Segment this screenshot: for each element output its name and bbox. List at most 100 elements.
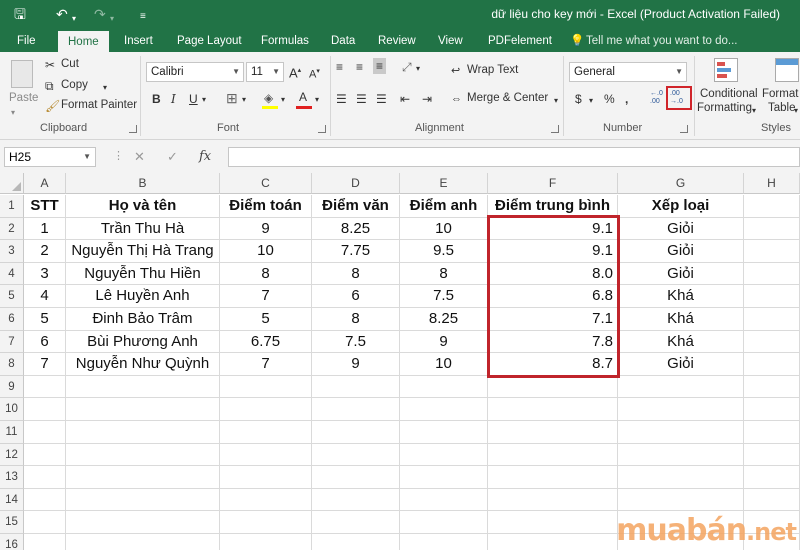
conditional-formatting-label-1[interactable]: Conditional xyxy=(700,88,758,100)
empty-cell[interactable] xyxy=(312,398,400,421)
table-cell[interactable]: 7 xyxy=(24,353,66,376)
column-header-a[interactable]: A xyxy=(24,173,66,194)
table-cell[interactable]: 8.25 xyxy=(400,308,488,331)
empty-cell[interactable] xyxy=(488,375,618,399)
table-cell[interactable]: 10 xyxy=(400,217,488,241)
spreadsheet-grid[interactable]: A B C D E F G H 1 STT Họ và tên Điểm toán Điểm văn Đi… xyxy=(0,173,800,550)
tab-data[interactable]: Data xyxy=(331,30,355,52)
empty-cell[interactable] xyxy=(66,421,220,444)
table-cell[interactable]: 6 xyxy=(24,330,66,354)
table-cell[interactable]: Nguyễn Thu Hiền xyxy=(66,262,220,286)
format-as-table-label-1[interactable]: Format a xyxy=(762,88,800,100)
empty-cell[interactable] xyxy=(400,421,488,444)
column-header-e[interactable]: E xyxy=(400,173,488,194)
table-cell[interactable]: 9 xyxy=(400,330,488,354)
empty-cell[interactable] xyxy=(744,330,800,354)
empty-cell[interactable] xyxy=(24,488,66,512)
row-header-7[interactable]: 7 xyxy=(0,330,24,354)
customize-qat-icon[interactable]: ≡ xyxy=(140,8,146,26)
table-cell[interactable]: 7.5 xyxy=(312,330,400,354)
decrease-font-icon[interactable]: A▾ xyxy=(309,65,320,82)
empty-cell[interactable] xyxy=(744,285,800,308)
empty-cell[interactable] xyxy=(312,443,400,467)
table-cell[interactable]: 10 xyxy=(400,353,488,376)
empty-cell[interactable] xyxy=(24,443,66,467)
tab-file[interactable]: File xyxy=(17,30,36,52)
formula-input[interactable] xyxy=(228,147,800,167)
empty-cell[interactable] xyxy=(66,534,220,550)
tab-view[interactable]: View xyxy=(438,30,463,52)
alignment-launcher-icon[interactable] xyxy=(551,125,559,133)
column-header-c[interactable]: C xyxy=(220,173,312,194)
font-color-icon[interactable]: A xyxy=(299,90,307,104)
redo-dropdown-icon[interactable]: ▾ xyxy=(110,10,114,28)
row-header-1[interactable]: 1 xyxy=(0,195,24,218)
header-cell[interactable]: Điểm anh xyxy=(400,195,488,218)
table-cell[interactable]: 1 xyxy=(24,217,66,241)
cut-button[interactable]: Cut xyxy=(61,58,79,70)
empty-cell[interactable] xyxy=(744,353,800,376)
borders-dropdown-icon[interactable]: ▾ xyxy=(242,93,246,107)
tab-pdfelement[interactable]: PDFelement xyxy=(488,30,552,52)
table-cell[interactable]: Nguyễn Như Quỳnh xyxy=(66,353,220,376)
empty-cell[interactable] xyxy=(488,534,618,550)
tab-page-layout[interactable]: Page Layout xyxy=(177,30,242,52)
empty-cell[interactable] xyxy=(488,488,618,512)
row-header-8[interactable]: 8 xyxy=(0,353,24,376)
table-cell[interactable]: 8 xyxy=(400,262,488,286)
decrease-indent-icon[interactable]: ⇤ xyxy=(400,92,410,106)
empty-cell[interactable] xyxy=(220,421,312,444)
empty-cell[interactable] xyxy=(744,195,800,218)
table-cell[interactable]: Đinh Bảo Trâm xyxy=(66,308,220,331)
table-cell[interactable]: Khá xyxy=(618,330,744,354)
row-header-5[interactable]: 5 xyxy=(0,285,24,308)
align-left-icon[interactable]: ☰ xyxy=(336,92,347,106)
table-cell[interactable]: 8 xyxy=(312,308,400,331)
row-header-4[interactable]: 4 xyxy=(0,262,24,286)
table-cell[interactable]: Trần Thu Hà xyxy=(66,217,220,241)
row-header-10[interactable]: 10 xyxy=(0,398,24,421)
empty-cell[interactable] xyxy=(66,466,220,489)
table-cell[interactable]: Khá xyxy=(618,285,744,308)
underline-dropdown-icon[interactable]: ▾ xyxy=(202,93,206,107)
format-painter-button[interactable]: Format Painter xyxy=(61,99,137,111)
table-cell[interactable]: 7.75 xyxy=(312,240,400,263)
header-cell[interactable]: Họ và tên xyxy=(66,195,220,218)
empty-cell[interactable] xyxy=(488,466,618,489)
comma-style-icon[interactable]: , xyxy=(625,92,628,106)
empty-cell[interactable] xyxy=(312,466,400,489)
empty-cell[interactable] xyxy=(220,375,312,399)
increase-indent-icon[interactable]: ⇥ xyxy=(422,92,432,106)
tell-me-input[interactable]: Tell me what you want to do... xyxy=(586,30,738,52)
empty-cell[interactable] xyxy=(618,398,744,421)
tab-review[interactable]: Review xyxy=(378,30,416,52)
format-as-table-button[interactable]: Table xyxy=(768,102,796,114)
table-cell[interactable]: 8 xyxy=(312,262,400,286)
format-as-table-dropdown-icon[interactable]: ▾ xyxy=(794,104,798,118)
empty-cell[interactable] xyxy=(66,511,220,534)
empty-cell[interactable] xyxy=(66,488,220,512)
borders-icon[interactable]: ⊞ xyxy=(226,91,238,105)
number-launcher-icon[interactable] xyxy=(680,125,688,133)
currency-dropdown-icon[interactable]: ▾ xyxy=(589,94,593,108)
table-cell[interactable]: 9 xyxy=(220,217,312,241)
table-cell[interactable]: Giỏi xyxy=(618,217,744,241)
empty-cell[interactable] xyxy=(744,375,800,399)
name-box[interactable]: H25 ▼ xyxy=(4,147,96,167)
bold-icon[interactable]: B xyxy=(152,92,161,106)
table-cell[interactable]: 10 xyxy=(220,240,312,263)
tab-insert[interactable]: Insert xyxy=(124,30,153,52)
row-header-6[interactable]: 6 xyxy=(0,308,24,331)
empty-cell[interactable] xyxy=(400,488,488,512)
table-cell[interactable]: 8.25 xyxy=(312,217,400,241)
row-header-14[interactable]: 14 xyxy=(0,488,24,512)
empty-cell[interactable] xyxy=(24,466,66,489)
empty-cell[interactable] xyxy=(220,398,312,421)
empty-cell[interactable] xyxy=(488,421,618,444)
header-cell[interactable]: Điểm văn xyxy=(312,195,400,218)
row-header-12[interactable]: 12 xyxy=(0,443,24,467)
table-cell[interactable]: 6.75 xyxy=(220,330,312,354)
empty-cell[interactable] xyxy=(744,466,800,489)
empty-cell[interactable] xyxy=(744,443,800,467)
column-header-d[interactable]: D xyxy=(312,173,400,194)
